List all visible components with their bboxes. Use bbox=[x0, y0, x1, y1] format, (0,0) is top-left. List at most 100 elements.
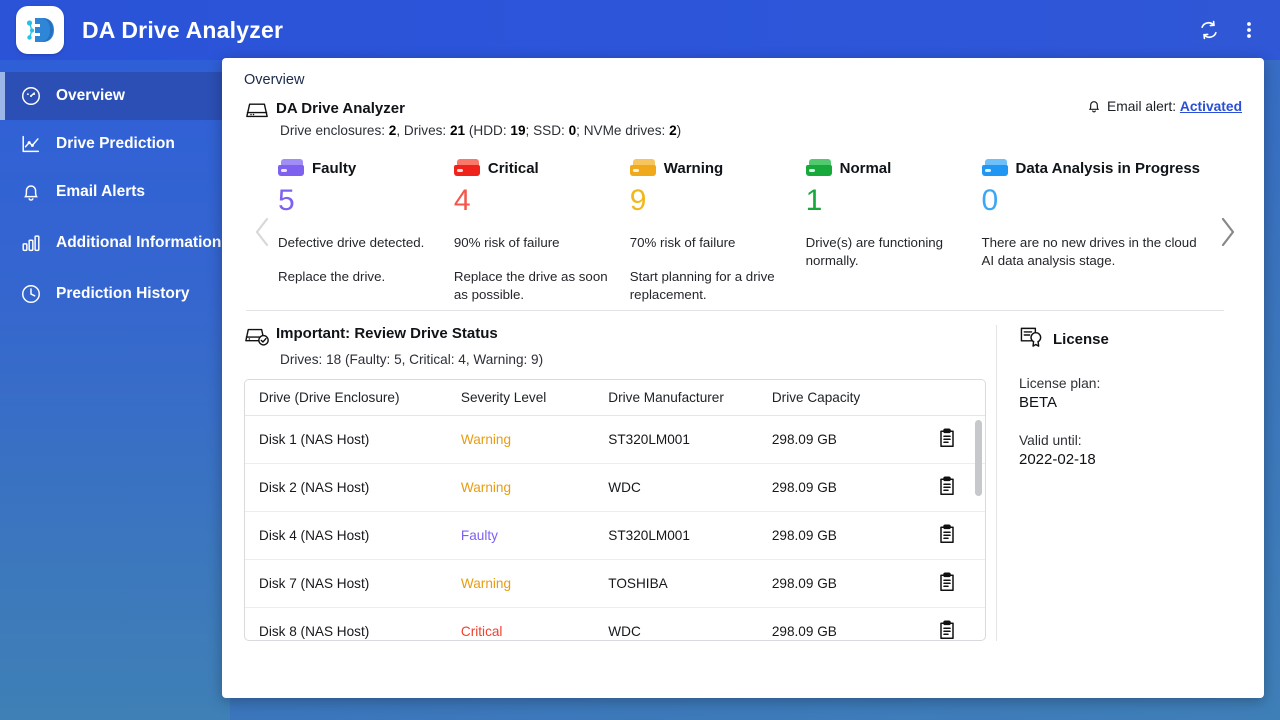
review-subtitle: Drives: 18 (Faulty: 5, Critical: 4, Warn… bbox=[280, 352, 544, 367]
status-card-list: Faulty 5 Defective drive detected. Repla… bbox=[278, 156, 1210, 304]
cell-capacity: 298.09 GB bbox=[757, 511, 925, 560]
app-header-actions bbox=[1192, 13, 1280, 47]
review-title: Important: Review Drive Status bbox=[276, 325, 498, 342]
status-card-count: 9 bbox=[629, 184, 647, 217]
cell-manufacturer: WDC bbox=[594, 607, 758, 640]
main-panel: Overview Email alert: Activated DA Drive… bbox=[222, 58, 1264, 698]
app-title: DA Drive Analyzer bbox=[82, 16, 284, 43]
chevron-right-icon[interactable] bbox=[1212, 208, 1242, 256]
license-plan-value: BETA bbox=[1019, 394, 1058, 411]
cell-drive: Disk 7 (NAS Host) bbox=[245, 559, 447, 608]
status-card-data-analysis[interactable]: Data Analysis in Progress 0 There are no… bbox=[981, 156, 1211, 304]
summary-title: DA Drive Analyzer bbox=[276, 100, 405, 117]
table-row[interactable]: Disk 1 (NAS Host) Warning ST320LM001 298.09… bbox=[245, 415, 985, 464]
line-chart-icon bbox=[16, 131, 46, 157]
status-card-count: 4 bbox=[453, 184, 471, 217]
table-row[interactable]: Disk 4 (NAS Host) Faulty ST320LM001 298.09 … bbox=[245, 511, 985, 560]
sidebar-item-label: Prediction History bbox=[56, 285, 190, 303]
drive-cube-icon bbox=[453, 159, 480, 177]
table-body: Disk 1 (NAS Host) Warning ST320LM001 298.09… bbox=[245, 415, 985, 640]
license-plan-label: License plan: bbox=[1019, 376, 1101, 391]
status-card-critical[interactable]: Critical 4 90% risk of failure Replace t… bbox=[453, 156, 630, 304]
more-vertical-icon[interactable] bbox=[1232, 13, 1266, 47]
status-card-label: Warning bbox=[663, 159, 724, 177]
section-divider bbox=[246, 310, 1224, 311]
status-card-action: Start planning for a drive replacement. bbox=[629, 268, 775, 302]
cell-capacity: 298.09 GB bbox=[757, 415, 925, 464]
status-card-action: Replace the drive. bbox=[278, 268, 386, 284]
status-card-description: 70% risk of failure bbox=[629, 235, 736, 250]
email-alert-label: Email alert: bbox=[1107, 98, 1177, 114]
email-alert-link[interactable]: Activated bbox=[1180, 99, 1242, 114]
status-card-count: 0 bbox=[981, 184, 999, 217]
column-header-drive[interactable]: Drive (Drive Enclosure) bbox=[245, 380, 447, 416]
cell-drive: Disk 8 (NAS Host) bbox=[245, 607, 447, 640]
cell-severity: Warning bbox=[446, 463, 595, 512]
cell-manufacturer: ST320LM001 bbox=[594, 511, 758, 560]
chevron-left-icon[interactable] bbox=[248, 208, 278, 256]
cell-severity: Critical bbox=[446, 607, 595, 640]
sidebar-item-email-alerts[interactable]: Email Alerts bbox=[0, 168, 230, 216]
drive-icon bbox=[244, 101, 270, 119]
table-scrollbar[interactable] bbox=[975, 418, 982, 636]
cell-drive: Disk 4 (NAS Host) bbox=[245, 511, 447, 560]
sidebar-item-label: Overview bbox=[56, 87, 125, 105]
status-card-action: Replace the drive as soon as possible. bbox=[453, 268, 608, 302]
sidebar: Overview Drive Prediction Email Alerts A… bbox=[0, 60, 230, 720]
review-drive-status-section: Important: Review Drive Status Drives: 1… bbox=[244, 325, 986, 641]
sidebar-item-overview[interactable]: Overview bbox=[0, 72, 230, 120]
sidebar-item-drive-prediction[interactable]: Drive Prediction bbox=[0, 120, 230, 168]
clock-icon bbox=[16, 281, 46, 307]
table-row[interactable]: Disk 2 (NAS Host) Warning WDC 298.09 GB bbox=[245, 463, 985, 512]
drive-check-icon bbox=[244, 326, 270, 348]
table-row[interactable]: Disk 7 (NAS Host) Warning TOSHIBA 298.09 GB bbox=[245, 559, 985, 608]
license-title: License bbox=[1053, 331, 1109, 348]
bell-icon bbox=[1086, 98, 1102, 114]
da-logo-icon bbox=[26, 18, 54, 42]
table-scrollbar-thumb[interactable] bbox=[975, 420, 982, 496]
sidebar-item-label: Drive Prediction bbox=[56, 135, 175, 153]
status-card-warning[interactable]: Warning 9 70% risk of failure Start plan… bbox=[629, 156, 806, 304]
status-card-count: 1 bbox=[805, 184, 823, 217]
column-header-capacity[interactable]: Drive Capacity bbox=[757, 380, 925, 416]
status-card-label: Data Analysis in Progress bbox=[1015, 159, 1201, 177]
cell-capacity: 298.09 GB bbox=[757, 463, 925, 512]
column-header-severity[interactable]: Severity Level bbox=[446, 380, 595, 416]
summary-subtitle: Drive enclosures: 2, Drives: 21 (HDD: 19… bbox=[280, 123, 682, 138]
sidebar-item-prediction-history[interactable]: Prediction History bbox=[0, 270, 230, 318]
cell-manufacturer: ST320LM001 bbox=[594, 415, 758, 464]
license-icon bbox=[1019, 325, 1045, 354]
cell-manufacturer: TOSHIBA bbox=[594, 559, 758, 608]
sidebar-item-additional-information[interactable]: Additional Information bbox=[0, 216, 230, 270]
bar-chart-icon bbox=[16, 230, 46, 256]
table-row[interactable]: Disk 8 (NAS Host) Critical WDC 298.09 GB bbox=[245, 607, 985, 640]
column-header-action bbox=[924, 380, 985, 416]
bell-icon bbox=[16, 179, 46, 205]
status-card-label: Critical bbox=[487, 159, 539, 177]
status-card-description: 90% risk of failure bbox=[453, 235, 560, 250]
app-logo bbox=[16, 6, 64, 54]
status-card-faulty[interactable]: Faulty 5 Defective drive detected. Repla… bbox=[278, 156, 454, 304]
drive-cube-icon bbox=[629, 159, 656, 177]
cell-severity: Warning bbox=[446, 415, 595, 464]
email-alert-status: Email alert: Activated bbox=[1086, 98, 1242, 114]
status-carousel: Faulty 5 Defective drive detected. Repla… bbox=[244, 156, 1244, 304]
gauge-icon bbox=[16, 83, 46, 109]
refresh-icon[interactable] bbox=[1192, 13, 1226, 47]
license-valid-value: 2022-02-18 bbox=[1019, 451, 1096, 468]
cell-drive: Disk 2 (NAS Host) bbox=[245, 463, 447, 512]
sidebar-item-label: Additional Information bbox=[56, 234, 222, 252]
drive-cube-icon bbox=[981, 159, 1008, 177]
app-header: DA Drive Analyzer bbox=[0, 0, 1280, 60]
breadcrumb: Overview bbox=[244, 72, 305, 88]
license-valid-label: Valid until: bbox=[1019, 433, 1082, 448]
column-header-manufacturer[interactable]: Drive Manufacturer bbox=[594, 380, 758, 416]
license-section: License License plan: BETA Valid until: … bbox=[996, 325, 1244, 641]
drive-cube-icon bbox=[278, 159, 304, 177]
cell-severity: Warning bbox=[446, 559, 595, 608]
cell-drive: Disk 1 (NAS Host) bbox=[245, 415, 447, 464]
status-card-action: Drive(s) are functioning normally. bbox=[805, 235, 944, 268]
status-card-label: Normal bbox=[839, 159, 892, 177]
status-card-normal[interactable]: Normal 1 Drive(s) are functioning normal… bbox=[805, 156, 982, 304]
drive-status-table: Drive (Drive Enclosure) Severity Level D… bbox=[244, 379, 986, 641]
